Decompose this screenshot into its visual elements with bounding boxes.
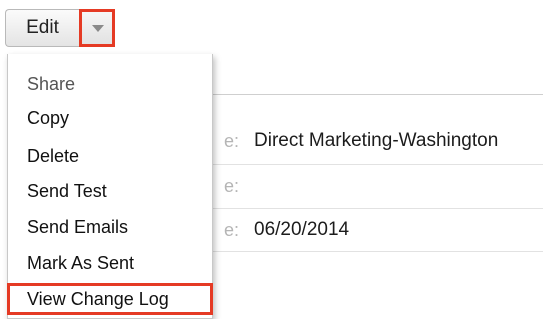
record-field-row: e: bbox=[213, 164, 543, 209]
menu-item-delete[interactable]: Delete bbox=[8, 140, 212, 172]
menu-item-send-emails[interactable]: Send Emails bbox=[8, 211, 212, 243]
menu-item-mark-as-sent[interactable]: Mark As Sent bbox=[8, 247, 212, 279]
field-label: e: bbox=[223, 176, 239, 196]
field-value: 06/20/2014 bbox=[254, 219, 350, 240]
record-field-row: e: 06/20/2014 bbox=[213, 208, 543, 253]
menu-item-send-test[interactable]: Send Test bbox=[8, 175, 212, 207]
edit-split-button: Edit bbox=[5, 9, 116, 47]
edit-button[interactable]: Edit bbox=[5, 9, 79, 47]
caret-down-icon bbox=[92, 25, 104, 32]
menu-item-share[interactable]: Share bbox=[8, 68, 212, 100]
record-field-row bbox=[213, 251, 543, 296]
menu-item-view-change-log[interactable]: View Change Log bbox=[7, 283, 213, 315]
record-field-row: e: Direct Marketing-Washington bbox=[213, 120, 543, 164]
field-label: e: bbox=[223, 131, 239, 151]
actions-dropdown-toggle[interactable] bbox=[79, 9, 115, 47]
field-label: e: bbox=[223, 220, 239, 240]
menu-item-copy[interactable]: Copy bbox=[8, 102, 212, 134]
field-value: Direct Marketing-Washington bbox=[254, 130, 499, 151]
actions-dropdown-menu: Share Copy Delete Send Test Send Emails … bbox=[7, 54, 213, 319]
record-header-divider bbox=[213, 94, 543, 95]
